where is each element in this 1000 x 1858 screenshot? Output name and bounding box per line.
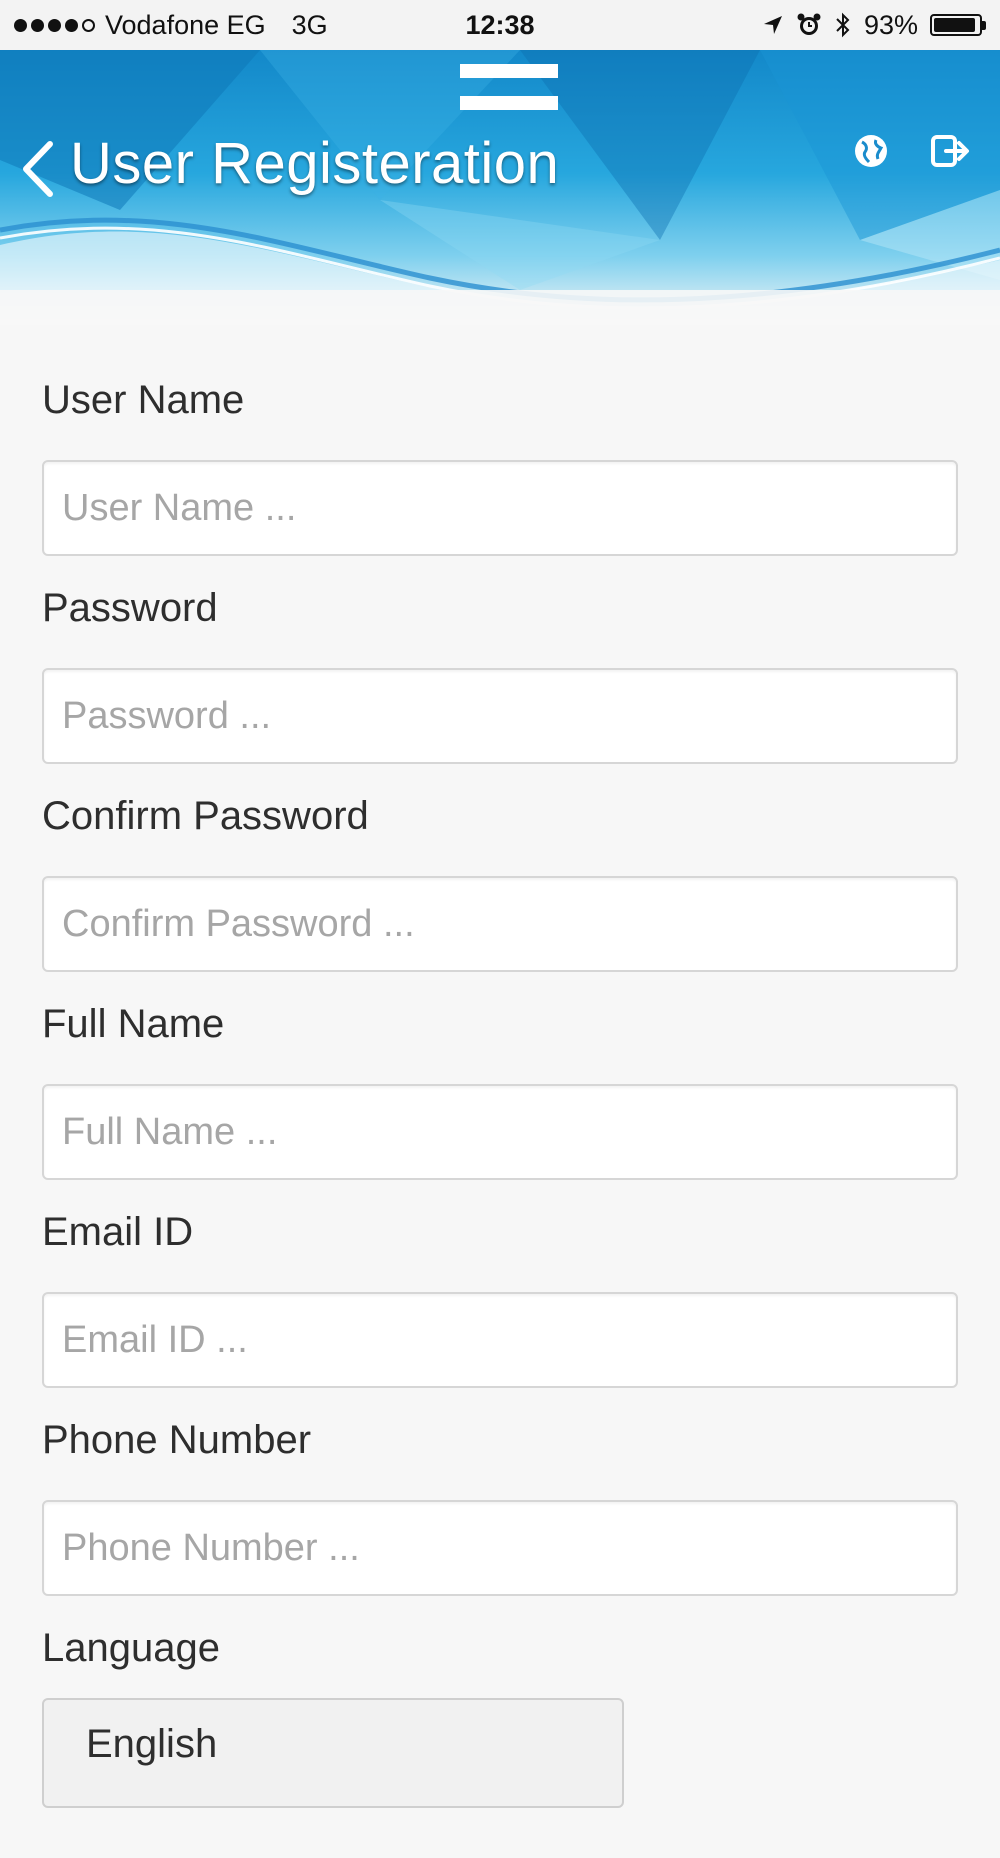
status-bar: Vodafone EG 3G 12:38 93% bbox=[0, 0, 1000, 50]
confirm-password-input[interactable] bbox=[42, 876, 958, 972]
phone-field: Phone Number bbox=[42, 1410, 958, 1618]
alarm-icon bbox=[797, 13, 821, 35]
header-banner: User Registeration bbox=[0, 50, 1000, 325]
logout-icon[interactable] bbox=[930, 132, 972, 170]
carrier-name: Vodafone EG bbox=[105, 9, 266, 40]
phone-input[interactable] bbox=[42, 1500, 958, 1596]
globe-icon[interactable] bbox=[852, 132, 890, 170]
registration-form: User Name Password Confirm Password Full… bbox=[42, 370, 958, 1858]
email-field: Email ID bbox=[42, 1202, 958, 1410]
confirm-password-label: Confirm Password bbox=[42, 794, 369, 838]
language-label: Language bbox=[42, 1626, 220, 1670]
email-label: Email ID bbox=[42, 1210, 194, 1254]
password-field: Password bbox=[42, 578, 958, 786]
full-name-input[interactable] bbox=[42, 1084, 958, 1180]
full-name-label: Full Name bbox=[42, 1002, 225, 1046]
username-field: User Name bbox=[42, 370, 958, 578]
language-field: Language English bbox=[42, 1618, 958, 1858]
email-input[interactable] bbox=[42, 1292, 958, 1388]
password-label: Password bbox=[42, 586, 218, 630]
back-icon[interactable] bbox=[20, 140, 54, 198]
bluetooth-icon bbox=[836, 12, 850, 38]
username-input[interactable] bbox=[42, 460, 958, 556]
username-label: User Name bbox=[42, 378, 245, 422]
full-name-field: Full Name bbox=[42, 994, 958, 1202]
network-type: 3G bbox=[291, 9, 328, 40]
location-arrow-icon bbox=[763, 16, 782, 34]
status-right: 93% bbox=[762, 10, 986, 41]
battery-icon bbox=[930, 14, 986, 36]
page-title: User Registeration bbox=[70, 131, 560, 196]
password-input[interactable] bbox=[42, 668, 958, 764]
language-select[interactable]: English bbox=[42, 1698, 624, 1808]
language-selected-value: English bbox=[86, 1722, 218, 1766]
battery-percent: 93% bbox=[863, 9, 918, 40]
menu-icon[interactable] bbox=[460, 64, 558, 110]
confirm-password-field: Confirm Password bbox=[42, 786, 958, 994]
signal-strength-icon bbox=[14, 18, 95, 32]
phone-label: Phone Number bbox=[42, 1418, 312, 1462]
status-left: Vodafone EG 3G bbox=[14, 10, 328, 41]
